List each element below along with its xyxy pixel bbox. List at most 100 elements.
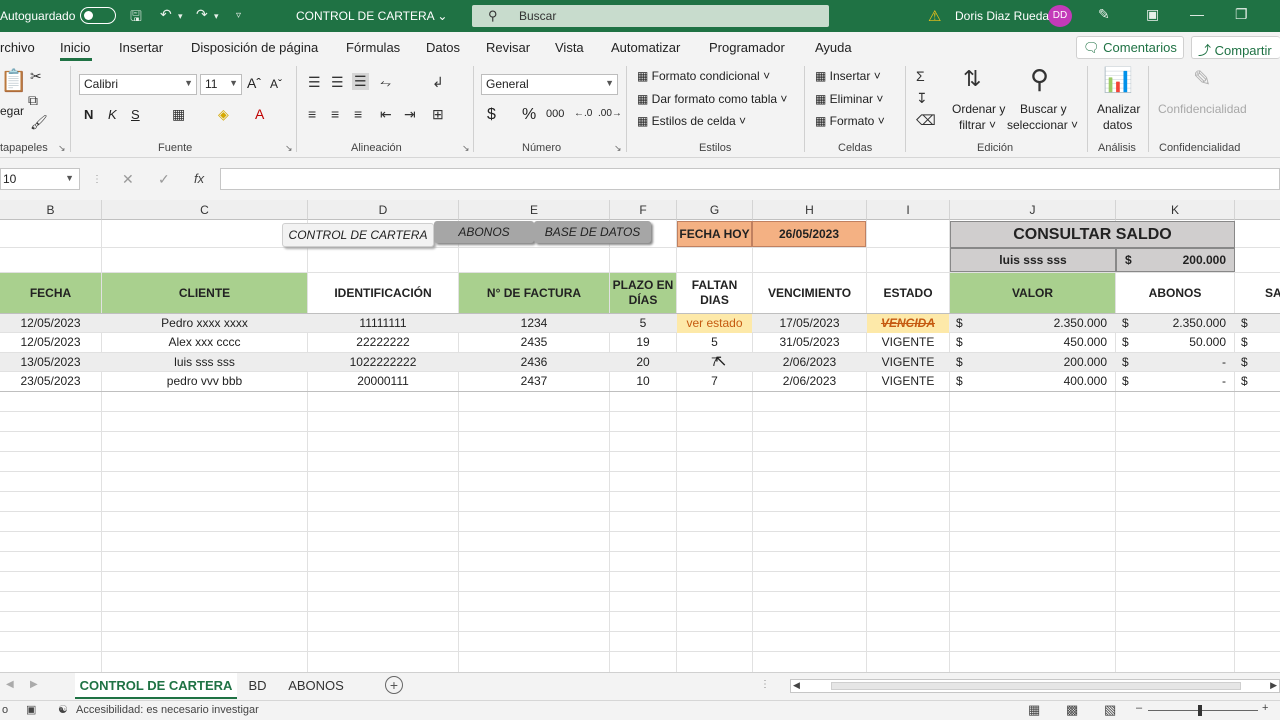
number-format-select[interactable]: General ▼ — [481, 74, 618, 95]
analyze-data-icon[interactable]: 📊 — [1103, 66, 1133, 95]
align-right-icon[interactable]: ≡ — [354, 106, 362, 122]
cancel-icon[interactable]: ✕ — [122, 171, 134, 188]
clipboard-dialog-icon[interactable]: ↘ — [58, 143, 66, 154]
align-top-icon[interactable]: ☰ — [308, 74, 321, 91]
undo-icon[interactable]: ↶ — [160, 6, 172, 23]
format-cells-button[interactable]: ▦ Formato ˅ — [815, 114, 885, 128]
nav-button-base-datos[interactable]: BASE DE DATOS — [534, 221, 651, 243]
tab-automatizar[interactable]: Automatizar — [611, 40, 680, 55]
sort-filter-label-1[interactable]: Ordenar y — [952, 102, 1005, 116]
comments-button[interactable]: 🗨 Comentarios — [1076, 36, 1184, 59]
redo-dropdown-icon[interactable]: ▾ — [214, 11, 219, 22]
font-dialog-icon[interactable]: ↘ — [285, 143, 293, 154]
sort-filter-icon[interactable]: ⇅ — [963, 66, 981, 92]
font-color-icon[interactable]: A — [255, 106, 264, 122]
paste-icon[interactable]: 📋 — [0, 68, 27, 94]
align-bottom-icon[interactable]: ☰ — [352, 73, 369, 90]
percent-icon[interactable]: % — [522, 106, 536, 124]
balance-query-amount[interactable]: $ 200.000 — [1116, 248, 1235, 272]
format-as-table-button[interactable]: ▦ Dar formato como tabla ˅ — [637, 92, 787, 106]
formula-input[interactable] — [220, 168, 1280, 190]
column-header-i[interactable]: I — [867, 200, 950, 220]
tab-insertar[interactable]: Insertar — [119, 40, 163, 55]
increase-font-icon[interactable]: Aˆ — [247, 75, 261, 91]
more-options-icon[interactable]: ⋮ — [760, 679, 770, 690]
column-header-l[interactable] — [1235, 200, 1280, 220]
number-dialog-icon[interactable]: ↘ — [614, 143, 622, 154]
header-vencimiento[interactable]: VENCIMIENTO — [753, 273, 866, 313]
cell-cliente[interactable]: luis sss sss — [102, 353, 307, 372]
tab-programador[interactable]: Programador — [709, 40, 785, 55]
column-header-c[interactable]: C — [102, 200, 308, 220]
autosave-toggle[interactable] — [80, 7, 116, 24]
insert-cells-button[interactable]: ▦ Insertar ˅ — [815, 69, 881, 83]
undo-dropdown-icon[interactable]: ▾ — [178, 11, 183, 22]
font-size-select[interactable]: 11 ▼ — [200, 74, 242, 95]
analyze-label-2[interactable]: datos — [1103, 118, 1132, 132]
normal-view-icon[interactable]: ▦ — [1028, 702, 1040, 718]
sheet-tab-abonos[interactable]: ABONOS — [280, 673, 352, 699]
tab-datos[interactable]: Datos — [426, 40, 460, 55]
header-faltan[interactable]: FALTAN DIAS — [677, 273, 752, 313]
column-header-h[interactable]: H — [753, 200, 867, 220]
align-left-icon[interactable]: ≡ — [308, 106, 316, 122]
nav-button-control-cartera[interactable]: CONTROL DE CARTERA — [282, 223, 434, 247]
cut-icon[interactable]: ✂ — [30, 68, 42, 85]
sheet-tab-bd[interactable]: BD — [240, 673, 275, 699]
scroll-left-icon[interactable]: ◀ — [6, 679, 14, 690]
fill-icon[interactable]: ↧ — [916, 90, 928, 107]
column-header-k[interactable]: K — [1116, 200, 1235, 220]
column-header-j[interactable]: J — [950, 200, 1116, 220]
bold-icon[interactable]: N — [84, 107, 93, 122]
conditional-format-button[interactable]: ▦ Formato condicional ˅ — [637, 69, 770, 83]
cell-cliente[interactable]: Alex xxx cccc — [102, 333, 307, 352]
tab-vista[interactable]: Vista — [555, 40, 584, 55]
page-break-icon[interactable]: ▧ — [1104, 702, 1116, 718]
column-header-f[interactable]: F — [610, 200, 677, 220]
copy-icon[interactable]: ⧉ — [28, 92, 38, 109]
column-header-d[interactable]: D — [308, 200, 459, 220]
avatar[interactable]: DD — [1048, 5, 1072, 27]
spreadsheet-grid[interactable]: B C D E F G H I J K CONTROL DE CARTERA A… — [0, 200, 1280, 672]
cell-abono[interactable]: 2.350.000 — [1136, 314, 1226, 333]
cell-factura[interactable]: 2437 — [459, 372, 609, 391]
increase-decimal-icon[interactable]: ←.0 — [574, 108, 592, 119]
cell-estado[interactable]: VENCIDA — [867, 314, 949, 333]
cell-faltan[interactable]: ver estado — [677, 314, 752, 333]
warning-icon[interactable]: ⚠ — [928, 7, 941, 25]
redo-icon[interactable]: ↷ — [196, 6, 208, 23]
find-select-label-1[interactable]: Buscar y — [1020, 102, 1067, 116]
header-factura[interactable]: N° DE FACTURA — [459, 273, 609, 313]
cell-plazo[interactable]: 20 — [610, 353, 676, 372]
cell-valor[interactable]: 2.350.000 — [970, 314, 1107, 333]
column-header-g[interactable]: G — [677, 200, 753, 220]
tab-revisar[interactable]: Revisar — [486, 40, 530, 55]
header-abonos[interactable]: ABONOS — [1116, 273, 1234, 313]
zoom-slider[interactable] — [1148, 710, 1258, 711]
cell-venc[interactable]: 2/06/2023 — [753, 353, 866, 372]
cell-faltan[interactable]: 5 — [677, 333, 752, 352]
autosum-icon[interactable]: Σ — [916, 68, 925, 84]
column-header-b[interactable]: B — [0, 200, 102, 220]
insert-function-icon[interactable]: fx — [194, 171, 204, 186]
decrease-decimal-icon[interactable]: .00→ — [598, 108, 622, 119]
header-identificacion[interactable]: IDENTIFICACIÓN — [308, 273, 458, 313]
cell-venc[interactable]: 2/06/2023 — [753, 372, 866, 391]
cell-id[interactable]: 11111111 — [308, 314, 458, 333]
more-options-icon[interactable]: ⋮ — [92, 174, 102, 185]
scroll-right-icon[interactable]: ▶ — [30, 679, 38, 690]
cell-factura[interactable]: 2436 — [459, 353, 609, 372]
wrap-text-icon[interactable]: ↲ — [432, 74, 444, 91]
cell-fecha[interactable]: 12/05/2023 — [0, 333, 101, 352]
zoom-in-icon[interactable]: + — [1262, 702, 1268, 714]
thousands-icon[interactable]: 000 — [546, 108, 564, 120]
tab-ayuda[interactable]: Ayuda — [815, 40, 852, 55]
cell-valor[interactable]: 200.000 — [970, 353, 1107, 372]
cell-valor[interactable]: 450.000 — [970, 333, 1107, 352]
increase-indent-icon[interactable]: ⇥ — [404, 106, 416, 123]
cell-venc[interactable]: 17/05/2023 — [753, 314, 866, 333]
cell-plazo[interactable]: 5 — [610, 314, 676, 333]
decrease-font-icon[interactable]: Aˇ — [270, 77, 282, 91]
today-date[interactable]: 26/05/2023 — [752, 221, 866, 247]
zoom-slider-thumb[interactable] — [1198, 705, 1202, 716]
